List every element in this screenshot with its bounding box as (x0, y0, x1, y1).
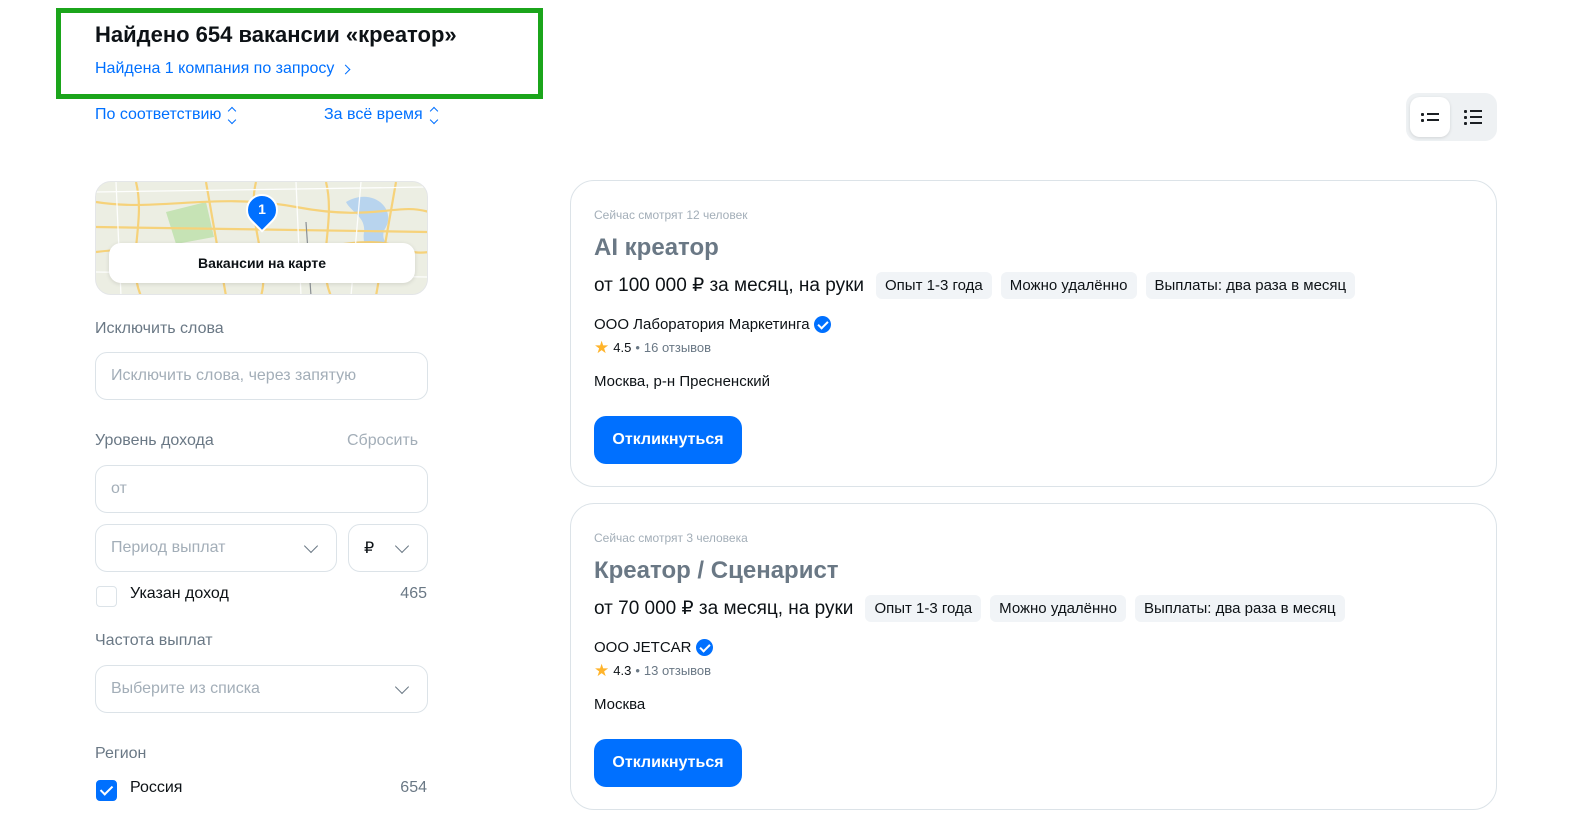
exclude-words-title: Исключить слова (95, 320, 224, 337)
star-icon: ★ (594, 338, 610, 357)
rating-value: 4.5 (613, 340, 632, 355)
vacancy-location: Москва, р-н Пресненский (594, 373, 771, 390)
vacancy-card: Сейчас смотрят 12 человек AI креатор от … (570, 180, 1497, 487)
compact-list-view-button[interactable] (1410, 97, 1450, 137)
region-russia-label: Россия (130, 779, 183, 796)
tag-payments: Выплаты: два раза в месяц (1145, 272, 1356, 299)
tag-experience: Опыт 1-3 года (876, 272, 992, 299)
region-russia-count: 654 (400, 779, 427, 796)
vacancy-location: Москва (594, 696, 646, 713)
company-name: ООО Лаборатория Маркетинга (594, 316, 810, 333)
tag-experience: Опыт 1-3 года (865, 595, 982, 622)
found-companies-label: Найдена 1 компания по запросу (95, 60, 335, 77)
payment-frequency-select[interactable]: Выберите из списка (95, 665, 428, 713)
payment-frequency-placeholder: Выберите из списка (111, 680, 260, 697)
salary: от 70 000 ₽ за месяц, на руки (594, 598, 854, 619)
verified-icon (813, 316, 831, 333)
star-icon: ★ (594, 661, 610, 680)
sort-relevance-dropdown[interactable]: По соответствию (95, 106, 237, 124)
salary-row: от 100 000 ₽ за месяц, на руки Опыт 1-3 … (594, 272, 1356, 299)
company-link[interactable]: ООО JETCAR (594, 639, 713, 656)
tag-payments: Выплаты: два раза в месяц (1134, 595, 1345, 622)
company-rating: ★ 4.3 • 13 отзывов (594, 661, 712, 680)
sort-updown-icon (429, 106, 438, 124)
rating-value: 4.3 (613, 663, 632, 678)
salary: от 100 000 ₽ за месяц, на руки (594, 275, 864, 296)
verified-icon (695, 639, 713, 656)
watching-count: Сейчас смотрят 12 человек (594, 208, 748, 222)
full-list-view-button[interactable] (1454, 97, 1494, 137)
income-specified-label: Указан доход (130, 585, 229, 602)
reviews-link[interactable]: 16 отзывов (644, 340, 711, 355)
sort-period-label: За всё время (324, 106, 423, 123)
page-title: Найдено 654 вакансии «креатор» (95, 22, 457, 47)
payment-frequency-title: Частота выплат (95, 632, 213, 649)
currency-select[interactable]: ₽ (348, 524, 428, 572)
currency-value: ₽ (364, 540, 375, 557)
apply-button[interactable]: Откликнуться (594, 739, 742, 787)
payment-period-placeholder: Период выплат (111, 539, 226, 556)
sort-period-dropdown[interactable]: За всё время (324, 106, 438, 124)
income-specified-checkbox[interactable] (96, 586, 117, 607)
exclude-words-input[interactable]: Исключить слова, через запятую (95, 352, 428, 400)
income-title: Уровень дохода (95, 432, 214, 449)
full-list-icon (1464, 109, 1483, 125)
income-reset-link[interactable]: Сбросить (347, 432, 418, 450)
company-rating: ★ 4.5 • 16 отзывов (594, 338, 712, 357)
region-russia-checkbox[interactable] (96, 780, 117, 801)
sort-updown-icon (228, 106, 237, 124)
vacancy-title[interactable]: Креатор / Сценарист (594, 557, 839, 585)
view-mode-toggle (1406, 93, 1497, 141)
vacancy-card: Сейчас смотрят 3 человека Креатор / Сцен… (570, 503, 1497, 810)
compact-list-icon (1420, 112, 1439, 122)
map-vacancies-button[interactable]: Вакансии на карте (109, 243, 415, 283)
company-link[interactable]: ООО Лаборатория Маркетинга (594, 316, 831, 333)
region-title: Регион (95, 745, 147, 762)
payment-period-select[interactable]: Период выплат (95, 524, 337, 572)
vacancy-map[interactable]: 1 Вакансии на карте (95, 181, 428, 295)
tag-remote: Можно удалённо (1000, 272, 1137, 299)
sort-relevance-label: По соответствию (95, 106, 222, 123)
found-companies-link[interactable]: Найдена 1 компания по запросу (95, 60, 351, 78)
reviews-link[interactable]: 13 отзывов (644, 663, 711, 678)
income-from-input[interactable]: от (95, 465, 428, 513)
company-name: ООО JETCAR (594, 639, 692, 656)
watching-count: Сейчас смотрят 3 человека (594, 531, 748, 545)
vacancy-title[interactable]: AI креатор (594, 234, 719, 262)
apply-button[interactable]: Откликнуться (594, 416, 742, 464)
map-pin-count: 1 (258, 201, 266, 217)
income-specified-count: 465 (400, 585, 427, 602)
salary-row: от 70 000 ₽ за месяц, на руки Опыт 1-3 г… (594, 595, 1345, 622)
tag-remote: Можно удалённо (990, 595, 1126, 622)
chevron-right-icon (340, 64, 351, 75)
